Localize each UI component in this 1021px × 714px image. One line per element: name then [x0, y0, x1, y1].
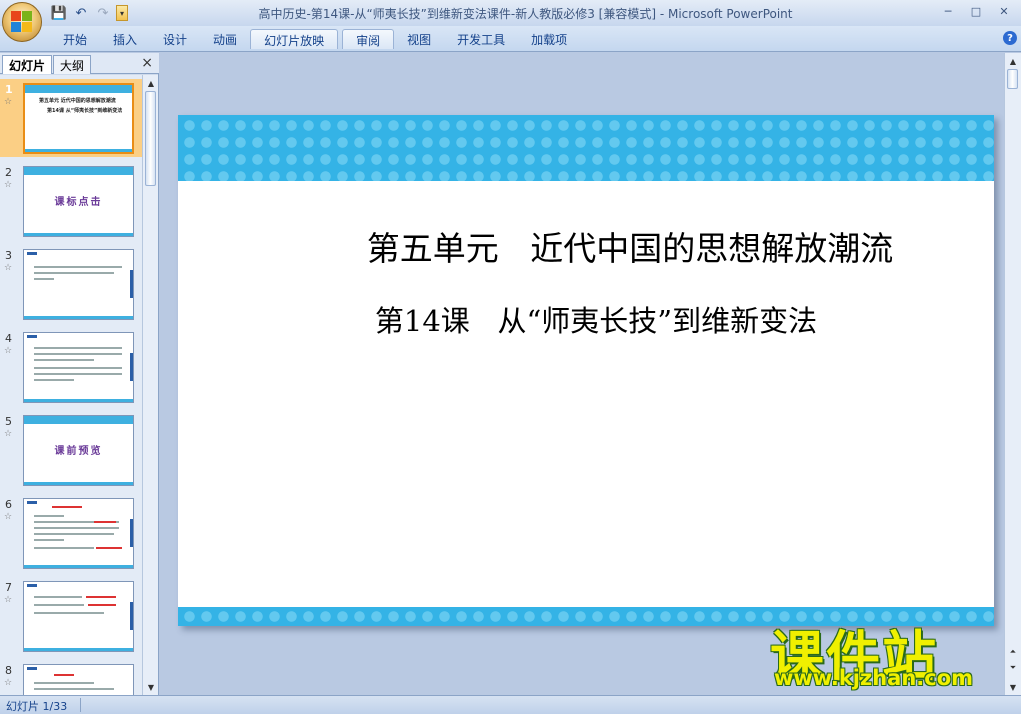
scroll-down-icon[interactable]: ▼	[144, 680, 158, 694]
scroll-up-icon[interactable]: ▲	[1006, 54, 1020, 68]
thumbnail-image: 课标点击	[23, 166, 134, 237]
thumbnail-image	[23, 581, 134, 652]
thumbnail-slide-8[interactable]: 8 ☆	[0, 660, 143, 695]
thumbnail-slide-6[interactable]: 6 ☆	[0, 494, 143, 572]
animation-star-icon: ☆	[4, 180, 13, 190]
office-logo-icon	[11, 11, 33, 33]
thumbnail-title: 课标点击	[54, 197, 103, 208]
next-slide-icon[interactable]: ⏷	[1006, 661, 1020, 675]
thumbnail-slide-1[interactable]: 1 ☆ 第五单元 近代中国的思想解放潮流 第14课 从“师夷长技”到维新变法	[0, 79, 143, 157]
prev-slide-icon[interactable]: ⏶	[1006, 645, 1020, 659]
ribbon: 开始 插入 设计 动画 幻灯片放映 审阅 视图 开发工具 加载项 ?	[0, 26, 1021, 52]
window-title: 高中历史-第14课-从“师夷长技”到维新变法课件-新人教版必修3 [兼容模式] …	[258, 7, 793, 21]
thumbnail-slide-2[interactable]: 2 ☆ 课标点击	[0, 162, 143, 240]
thumbnail-number: 7	[5, 581, 12, 594]
slide-title[interactable]: 第五单元 近代中国的思想解放潮流	[178, 222, 994, 270]
help-icon[interactable]: ?	[1003, 31, 1017, 45]
close-icon[interactable]: ✕	[991, 2, 1017, 20]
animation-star-icon: ☆	[4, 595, 13, 605]
slide-subtitle[interactable]: 第14课 从“师夷长技”到维新变法	[178, 298, 994, 340]
thumbnail-number: 1	[5, 83, 13, 96]
maximize-icon[interactable]: □	[963, 2, 989, 20]
slide-scrollbar[interactable]: ▲ ⏶ ⏷ ▼	[1004, 53, 1021, 695]
slide-indicator: 幻灯片 1/33	[6, 700, 68, 713]
slides-panel: 幻灯片 大纲 × 1 ☆ 第五单元 近代中国的思想解放潮流 第14课 从“师夷长…	[0, 53, 159, 695]
status-bar: 幻灯片 1/33	[0, 695, 1021, 714]
thumbnail-slide-3[interactable]: 3 ☆	[0, 245, 143, 323]
slide-editing-area: 第五单元 近代中国的思想解放潮流 第14课 从“师夷长技”到维新变法	[162, 53, 1004, 695]
tab-developer[interactable]: 开发工具	[444, 29, 518, 49]
scroll-up-icon[interactable]: ▲	[144, 76, 158, 90]
thumbnail-number: 6	[5, 498, 12, 511]
animation-star-icon: ☆	[4, 678, 13, 688]
scrollbar-thumb[interactable]	[145, 91, 156, 186]
animation-star-icon: ☆	[4, 429, 13, 439]
minimize-icon[interactable]: ─	[935, 2, 961, 20]
thumbnail-number: 4	[5, 332, 12, 345]
thumbnail-slide-7[interactable]: 7 ☆	[0, 577, 143, 655]
window-controls: ─ □ ✕	[935, 2, 1017, 20]
thumbnail-image	[23, 664, 134, 695]
title-bar: 💾 ↶ ↷ ▾ 高中历史-第14课-从“师夷长技”到维新变法课件-新人教版必修3…	[0, 0, 1021, 26]
current-slide[interactable]: 第五单元 近代中国的思想解放潮流 第14课 从“师夷长技”到维新变法	[178, 115, 994, 626]
thumbnail-subtitle: 第14课 从“师夷长技”到维新变法	[47, 108, 123, 114]
tab-review[interactable]: 审阅	[342, 29, 395, 49]
tab-design[interactable]: 设计	[150, 29, 200, 49]
animation-star-icon: ☆	[4, 512, 13, 522]
tab-addins[interactable]: 加载项	[518, 29, 580, 49]
scroll-down-icon[interactable]: ▼	[1006, 680, 1020, 694]
watermark-url: www.kjzhan.com	[774, 666, 974, 690]
animation-star-icon: ☆	[4, 263, 13, 273]
tab-animations[interactable]: 动画	[200, 29, 250, 49]
tab-slides[interactable]: 幻灯片	[2, 55, 53, 74]
thumbnail-image	[23, 498, 134, 569]
thumbnail-title: 第五单元 近代中国的思想解放潮流	[39, 98, 116, 104]
thumbnail-image: 第五单元 近代中国的思想解放潮流 第14课 从“师夷长技”到维新变法	[23, 83, 134, 154]
tab-view[interactable]: 视图	[394, 29, 444, 49]
animation-star-icon: ☆	[4, 346, 13, 356]
watermark: 课件站 www.kjzhan.com	[766, 612, 1006, 694]
slide-top-band	[178, 115, 994, 181]
tab-outline[interactable]: 大纲	[53, 55, 92, 74]
thumbnail-slide-4[interactable]: 4 ☆	[0, 328, 143, 406]
thumbnail-image: 课前预览	[23, 415, 134, 486]
status-divider	[80, 698, 81, 712]
thumbnail-number: 5	[5, 415, 12, 428]
tab-slideshow[interactable]: 幻灯片放映	[250, 29, 339, 49]
office-button[interactable]	[2, 2, 42, 42]
tab-insert[interactable]: 插入	[100, 29, 150, 49]
animation-star-icon: ☆	[4, 97, 13, 107]
thumbnail-number: 8	[5, 664, 12, 677]
thumbnail-image	[23, 332, 134, 403]
thumbnail-title: 课前预览	[54, 446, 103, 457]
thumbnail-scrollbar[interactable]: ▲ ▼	[142, 75, 158, 695]
thumbnail-number: 2	[5, 166, 12, 179]
thumbnail-number: 3	[5, 249, 12, 262]
close-icon[interactable]: ×	[141, 55, 153, 71]
thumbnail-image	[23, 249, 134, 320]
scrollbar-thumb[interactable]	[1007, 69, 1018, 89]
thumbnail-list: 1 ☆ 第五单元 近代中国的思想解放潮流 第14课 从“师夷长技”到维新变法 2…	[0, 75, 143, 695]
ribbon-tabs: 开始 插入 设计 动画 幻灯片放映 审阅 视图 开发工具 加载项	[50, 29, 580, 49]
thumbnail-slide-5[interactable]: 5 ☆ 课前预览	[0, 411, 143, 489]
panel-tabs: 幻灯片 大纲 ×	[0, 53, 159, 74]
tab-home[interactable]: 开始	[50, 29, 100, 49]
